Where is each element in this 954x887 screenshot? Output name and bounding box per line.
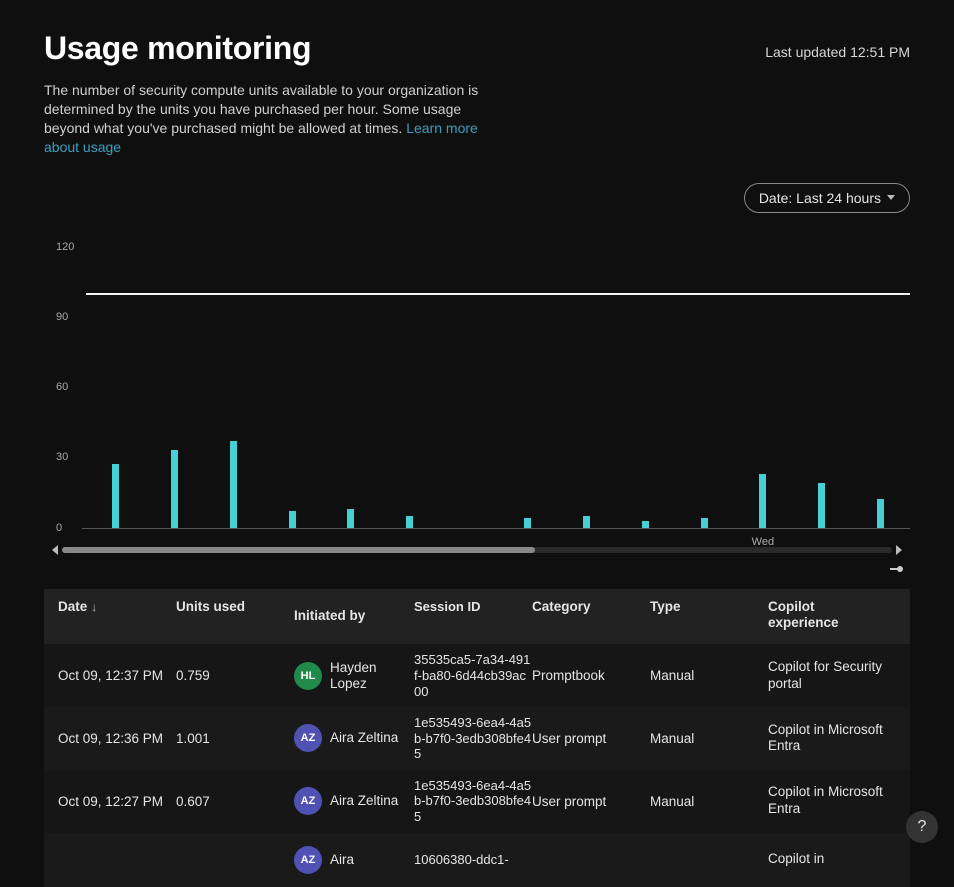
bar-slot [86,247,145,528]
chevron-down-icon [887,195,895,200]
usage-bar[interactable] [524,518,531,527]
usage-bar[interactable] [701,518,708,527]
usage-bar[interactable] [642,521,649,528]
scroll-track[interactable] [62,547,892,553]
bar-slot: Wed [733,247,792,528]
y-tick-label: 30 [56,451,68,463]
scroll-thumb[interactable] [62,547,535,553]
table-header-row: Date↓ Units used Initiated by Session ID… [44,589,910,645]
usage-bar[interactable] [877,499,884,527]
col-header-units[interactable]: Units used [176,599,294,633]
initiated-name: Aira Zeltina [330,793,398,809]
chart-scrollbar[interactable] [52,545,902,555]
cell-session: 1e535493-6ea4-4a5b-b7f0-3edb308bfe45 [414,715,532,762]
cell-copilot: Copilot in Microsoft Entra [768,784,888,818]
avatar: AZ [294,787,322,815]
cell-date: Oct 09, 12:37 PM [58,668,176,683]
sort-down-icon: ↓ [91,600,97,614]
cell-units: 0.759 [176,668,294,683]
col-header-category[interactable]: Category [532,599,650,633]
page-description: The number of security compute units ava… [44,81,504,157]
col-header-session[interactable]: Session ID [414,599,532,633]
initiated-name: Aira [330,852,354,868]
initiated-name: Aira Zeltina [330,730,398,746]
cell-units: 0.607 [176,794,294,809]
cell-initiated: AZ Aira Zeltina [294,787,414,815]
col-header-initiated[interactable]: Initiated by [294,599,414,633]
usage-bar[interactable] [347,509,354,528]
y-tick-label: 0 [56,522,62,534]
bar-slot [439,247,498,528]
cell-copilot: Copilot in Microsoft Entra [768,722,888,756]
cell-category: Promptbook [532,668,650,683]
bar-slot [321,247,380,528]
col-header-date[interactable]: Date↓ [58,599,176,633]
bar-slot [851,247,910,528]
bar-slot [792,247,851,528]
bars-container: Wed [86,247,910,528]
bar-slot [145,247,204,528]
cell-copilot: Copilot for Security portal [768,659,888,693]
usage-bar[interactable] [289,511,296,527]
initiated-name: Hayden Lopez [330,660,414,692]
legend-toggle-icon[interactable] [888,561,904,577]
avatar: HL [294,662,322,690]
table-row[interactable]: Oct 09, 12:27 PM0.607AZ Aira Zeltina 1e535… [44,770,910,833]
usage-bar[interactable] [406,516,413,528]
table-row[interactable]: Oct 09, 12:36 PM1.001AZ Aira Zeltina 1e535… [44,707,910,770]
usage-bar[interactable] [112,464,119,527]
scroll-right-icon[interactable] [896,545,902,555]
usage-bar[interactable] [230,441,237,528]
y-tick-label: 60 [56,381,68,393]
avatar: AZ [294,846,322,874]
col-header-copilot[interactable]: Copilot experience [768,599,888,633]
cell-type: Manual [650,731,768,746]
cell-date: Oct 09, 12:27 PM [58,794,176,809]
page-title: Usage monitoring [44,30,311,67]
last-updated-label: Last updated 12:51 PM [765,44,910,60]
y-tick-label: 90 [56,311,68,323]
date-filter-button[interactable]: Date: Last 24 hours [744,183,910,213]
y-tick-label: 120 [56,241,74,253]
cell-session: 1e535493-6ea4-4a5b-b7f0-3edb308bfe45 [414,778,532,825]
cell-initiated: HL Hayden Lopez [294,660,414,692]
usage-table: Date↓ Units used Initiated by Session ID… [44,589,910,887]
cell-session: 35535ca5-7a34-491f-ba80-6d44cb39ac00 [414,652,532,699]
bar-slot [557,247,616,528]
usage-bar[interactable] [583,516,590,528]
cell-date: Oct 09, 12:36 PM [58,731,176,746]
table-row[interactable]: Oct 09, 12:37 PM0.759HL Hayden Lopez35535… [44,644,910,707]
usage-bar[interactable] [759,474,766,528]
avatar: AZ [294,724,322,752]
bar-slot [263,247,322,528]
usage-chart: 0306090120Wed [44,247,910,577]
cell-initiated: AZ Aira [294,846,414,874]
scroll-left-icon[interactable] [52,545,58,555]
help-button[interactable]: ? [906,811,938,843]
cell-category: User prompt [532,731,650,746]
col-header-type[interactable]: Type [650,599,768,633]
usage-bar[interactable] [818,483,825,527]
cell-units: 1.001 [176,731,294,746]
bar-slot [498,247,557,528]
table-row[interactable]: AZ Aira 10606380-ddc1- Copilot in [44,833,910,887]
cell-category: User prompt [532,794,650,809]
bar-slot [204,247,263,528]
date-filter-label: Date: Last 24 hours [759,190,881,206]
cell-session: 10606380-ddc1- [414,852,532,868]
bar-slot [675,247,734,528]
usage-bar[interactable] [171,450,178,527]
cell-type: Manual [650,794,768,809]
cell-copilot: Copilot in [768,851,888,868]
cell-initiated: AZ Aira Zeltina [294,724,414,752]
bar-slot [380,247,439,528]
cell-type: Manual [650,668,768,683]
bar-slot [616,247,675,528]
